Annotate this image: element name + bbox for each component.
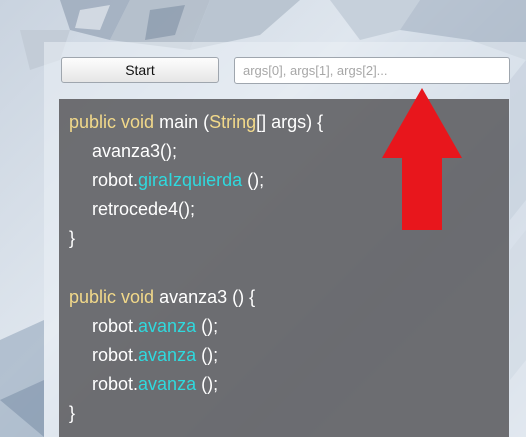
code-text: ();: [196, 345, 219, 365]
code-text: robot.: [92, 316, 139, 336]
app-window: Start public void main (String[] args) {…: [0, 0, 526, 437]
code-line-2: avanza3();: [69, 138, 177, 164]
code-line-1: public void main (String[] args) {: [69, 109, 323, 135]
code-text: }: [69, 228, 76, 248]
code-text: avanza3();: [92, 141, 178, 161]
code-text: retrocede4();: [92, 199, 196, 219]
code-keyword: void: [121, 112, 155, 132]
code-line-4: retrocede4();: [69, 196, 195, 222]
code-keyword: public: [69, 287, 117, 307]
code-line-8: robot.avanza ();: [69, 313, 218, 339]
code-text: ();: [196, 316, 219, 336]
code-method: avanza: [138, 316, 197, 336]
code-line-3: robot.giraIzquierda ();: [69, 167, 264, 193]
code-line-10: robot.avanza ();: [69, 371, 218, 397]
code-line-11: }: [69, 400, 75, 426]
code-keyword: void: [121, 287, 155, 307]
code-text: robot.: [92, 374, 139, 394]
arrow-up-icon: [382, 88, 462, 230]
code-text: ();: [242, 170, 265, 190]
code-text: ();: [196, 374, 219, 394]
code-type: String: [209, 112, 257, 132]
start-button[interactable]: Start: [61, 57, 219, 83]
code-text: main: [159, 112, 199, 132]
code-line-7: public void avanza3 () {: [69, 284, 255, 310]
code-keyword: public: [69, 112, 117, 132]
code-method: giraIzquierda: [138, 170, 243, 190]
code-line-9: robot.avanza ();: [69, 342, 218, 368]
code-text: (: [198, 112, 210, 132]
args-input[interactable]: [234, 57, 510, 84]
code-line-5: }: [69, 225, 75, 251]
code-text: avanza3 () {: [159, 287, 256, 307]
code-method: avanza: [138, 345, 197, 365]
code-text: [] args) {: [256, 112, 324, 132]
code-text: robot.: [92, 345, 139, 365]
code-method: avanza: [138, 374, 197, 394]
code-text: }: [69, 403, 76, 423]
code-text: robot.: [92, 170, 139, 190]
